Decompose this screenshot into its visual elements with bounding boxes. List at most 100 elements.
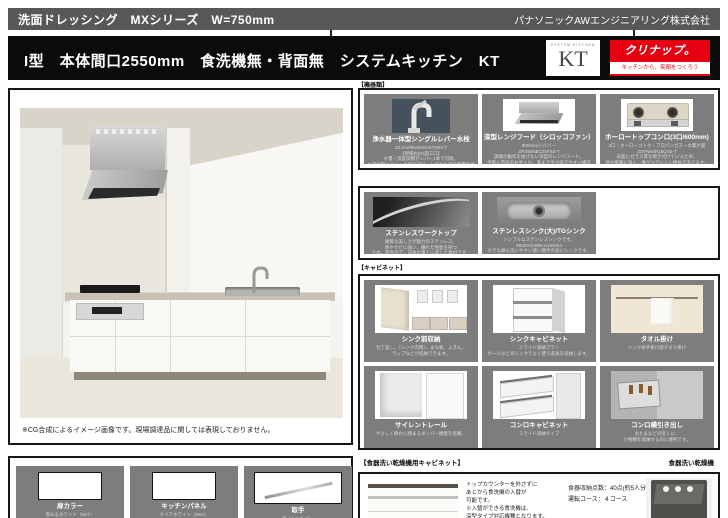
sink-front-storage-card: シンク前収納 包丁差し、（シンク内側）、まな板、ふきん、 ラップなどが収納できま… [364,280,478,362]
storage-photo-icon [430,317,448,330]
card-text: 小物類を収納するのに便利です。 [603,437,711,443]
description-line: 可能です。 [466,498,562,506]
card-text: 手軽に普段のお手入れ、奥まで手が届きやすい構造を採用しています。 [485,160,593,164]
description-line: ※入替ができる食洗機は、 [466,506,562,514]
cleanup-tagline: キッチンから、笑顔をつくろう [610,62,710,76]
kt-logo-mark: KT [546,47,600,71]
storage-photo-icon [412,317,430,330]
top-header-bar: 洗面ドレッシング MXシリーズ W=750mm パナソニックAWエンジニアリング… [8,8,720,30]
dishwasher-cabinet-image [368,480,458,518]
worktop-card: ステンレスワークトップ 硬質な美しさが魅力のステンレス。 熱やサビに強い、優れた… [364,192,478,254]
storage-photo-icon [449,317,467,330]
cabinet-body-icon [657,371,703,419]
range-hood-image [503,99,575,131]
handle-strip-icon [368,496,458,499]
card-text: ため、衛生的で、日本の風土に適した素材です。 [367,250,475,254]
cg-left-wall [20,128,63,368]
dishwasher-description: トップカウンターを外さずに あとから食洗機の入替が 可能です。 ※入替ができる食… [466,482,562,518]
card-text: ボールなどのシンクでよく使う道具を収納します。 [485,351,593,357]
description-line: あとから食洗機の入替が [466,490,562,498]
dishwasher-label: 食器洗い乾燥機 [669,457,715,467]
card-text: やさしく静かに閉まるダンパー機能を搭載。 [367,431,475,437]
stove-cabinet-image [493,371,585,419]
cg-stove-glass [80,285,140,293]
sink-cabinet-image [493,285,585,333]
worktop-box: ステンレスワークトップ 硬質な美しさが魅力のステンレス。 熱やサビに強い、優れた… [358,186,720,260]
cleanup-brand-mark: クリナップ。 [610,40,710,62]
stove-side-drawer-image [611,371,703,419]
worktop-edge-icon [373,197,469,227]
card-title: コンロ横引き出し [602,422,712,430]
card-title: 扉カラー [18,503,122,511]
dishwasher-image [646,478,712,518]
cabinet-body-icon [556,373,582,419]
kitchen-cg-illustration [20,108,343,418]
silent-rail-image [375,371,467,419]
cg-cabinet-seam [70,336,330,337]
series-title: 洗面ドレッシング MXシリーズ W=750mm [18,11,275,28]
card-text: シンク扉手掛け部タオル掛け [603,345,711,351]
towel-bar-card: タオル掛け シンク扉手掛け部タオル掛け [600,280,714,362]
stove-knob-icon [634,121,641,126]
card-title: 深型レンジフード（シロッコファン） [484,134,594,142]
product-title-bar: I型 本体間口2550mm 食洗機無・背面無 システムキッチン KT SYSTE… [8,36,720,80]
sink-card: ステンレスシンク(大)/TGシンク シンプルなステンレスシンクです。 W820×… [482,192,596,254]
handle-card: 取手 ラインシルバー [244,466,352,518]
card-text: ラップなどが収納できます。 [367,351,475,357]
card-title: キッチンパネル [132,503,236,511]
handle-image [254,472,342,504]
kitchen-panel-card: キッチンパネル クリアホワイト（K6A） 油汚れも、汚れをつきにくくするキッチン… [130,466,238,518]
drawer-gap-icon [513,316,552,319]
card-title: 取手 [246,507,350,515]
page-title: I型 本体間口2550mm 食洗機無・背面無 システムキッチン KT [24,50,500,71]
door-color-card: 扉カラー 澄みるホワイト（8GT） 鏡（クリア）調の扉になります。 [16,466,124,518]
card-title: ホーロートップコンロ(3口/600mm) [602,134,712,142]
cg-image-caption: ※CG合成によるイメージ画像です。現場調達品に関しては表現しておりません。 [22,425,274,435]
card-text: 3口・ホーローゴトク・プロパンガス・水無片面 [603,143,711,149]
dish-icon [675,486,681,492]
faucet-image [392,99,450,133]
hood-duct-icon [519,102,559,113]
stove-cabinet-card: コンロキャビネット スライド収納タイプ [482,366,596,448]
company-name: パナソニックAWエンジニアリング株式会社 [514,12,710,27]
stove-knob-icon [671,121,678,126]
card-text: 包丁差し、（シンク内側）、まな板、ふきん、 [367,345,475,351]
towel-bar-image [611,285,703,333]
description-line: トップカウンターを外さずに [466,482,562,490]
cabinet-opening-icon [380,373,422,416]
card-title: タオル掛け [602,336,712,344]
kt-logo: SYSTEM KITCHEN KT [546,40,600,76]
storage-slot-icon [417,290,428,303]
cg-grill-window [92,307,122,314]
card-text: お湯の際にクリック感を設け、ムダなお湯の使用を抑えます。 [367,162,475,164]
cg-range-hood-vents [96,129,158,134]
faucet-icon [392,99,450,133]
kitchen-cg-image-box: ※CG合成によるイメージ画像です。現場調達品に関しては表現しておりません。 [8,88,353,445]
range-hood-card: 深型レンジフード（シロッコファン） 900mm/シルバー ZRS90NBC20F… [482,94,596,164]
cabinet-box: シンク前収納 包丁差し、（シンク内側）、まな板、ふきん、 ラップなどが収納できま… [358,274,720,450]
silent-rail-card: サイレントレール やさしく静かに閉まるダンパー機能を搭載。 [364,366,478,448]
utensil-icon [629,385,633,394]
card-text: 熱や衝撃に強く、傷がつきにくい特長があります。 [603,160,711,164]
burner-icon [633,107,644,118]
storage-slot-icon [432,290,443,303]
card-title: ステンレスワークトップ [366,230,476,238]
cg-kick-plate [74,372,326,380]
card-title: コンロキャビネット [484,422,594,430]
drawer-front-icon [426,373,465,418]
kitchen-panel-swatch [152,472,216,500]
catalog-page: 洗面ドレッシング MXシリーズ W=750mm パナソニックAWエンジニアリング… [0,0,728,518]
stove-image [621,99,693,131]
worktop-image [373,197,469,227]
cabinet-side-icon [552,288,565,333]
cabinet-section-label: 【キャビネット】 [358,263,406,272]
stove-side-drawer-card: コンロ横引き出し おたまなどの近くに、 小物類を収納するのに便利です。 [600,366,714,448]
cabinet-seam-icon [368,511,458,512]
card-title: 浄水器一体型シングルレバー水栓 [366,136,476,144]
hood-intake-icon [520,120,557,123]
dish-icon [663,486,669,492]
faucet-card: 浄水器一体型シングルレバー水栓 ZZJA196MJNKHSTN03-T 【現場右… [364,94,478,164]
dishwasher-box: トップカウンターを外さずに あとから食洗機の入替が 可能です。 ※入替ができる食… [358,472,720,518]
equipment-box: 浄水器一体型シングルレバー水栓 ZZJA196MJNKHSTN03-T 【現場右… [358,88,720,170]
handle-bar-icon [264,481,332,498]
